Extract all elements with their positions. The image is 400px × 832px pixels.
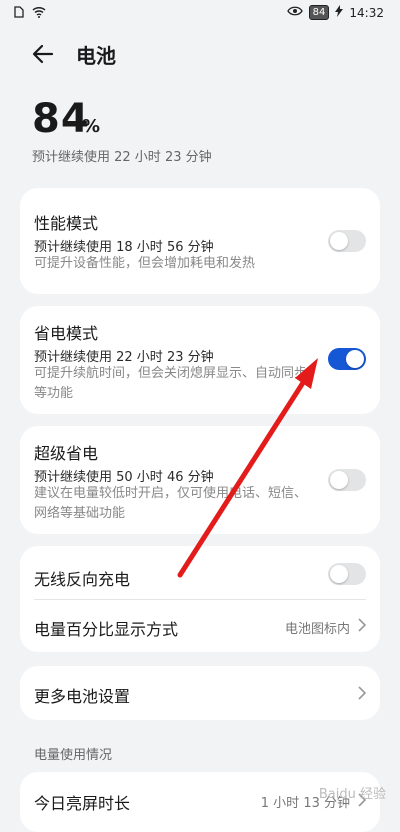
charging-icon [335, 5, 344, 20]
performance-mode-toggle[interactable] [328, 230, 366, 252]
performance-mode-title: 性能模式 [34, 214, 99, 233]
more-battery-settings-row[interactable]: 更多电池设置 [20, 666, 380, 720]
battery-remaining-time: 预计继续使用 22 小时 23 分钟 [32, 150, 212, 165]
clock-time: 14:32 [349, 5, 384, 20]
toggle-knob [330, 232, 348, 250]
header: 电池 [0, 28, 400, 80]
back-arrow-icon [32, 44, 54, 64]
power-saving-mode-toggle[interactable] [328, 348, 366, 370]
back-button[interactable] [30, 42, 58, 66]
wifi-icon [32, 6, 46, 21]
super-power-saving-card[interactable]: 超级省电 预计继续使用 50 小时 46 分钟 建议在电量较低时开启，仅可使用电… [20, 426, 380, 534]
wireless-reverse-charging-label: 无线反向充电 [34, 570, 131, 589]
more-battery-settings-label: 更多电池设置 [34, 687, 131, 706]
chevron-right-icon [358, 686, 367, 700]
wireless-reverse-charging-row[interactable]: 无线反向充电 [20, 546, 380, 599]
power-saving-mode-card[interactable]: 省电模式 预计继续使用 22 小时 23 分钟 可提升续航时间，但会关闭熄屏显示… [20, 306, 380, 414]
toggle-knob [346, 350, 364, 368]
toggle-knob [330, 565, 348, 583]
wireless-reverse-charging-toggle[interactable] [328, 563, 366, 585]
eye-comfort-icon [286, 5, 303, 20]
percentage-display-value: 电池图标内 [284, 622, 350, 637]
sim-icon [14, 6, 24, 21]
battery-percent-sign: % [82, 116, 101, 137]
percentage-display-row[interactable]: 电量百分比显示方式 电池图标内 [20, 600, 380, 652]
super-power-saving-toggle[interactable] [328, 469, 366, 491]
screen-time-label: 今日亮屏时长 [34, 794, 131, 813]
super-power-saving-title: 超级省电 [34, 444, 99, 463]
power-saving-mode-title: 省电模式 [34, 324, 99, 343]
status-bar: 84 14:32 [0, 0, 400, 28]
screen-time-row[interactable]: 今日亮屏时长 1 小时 13 分钟 [20, 772, 380, 832]
performance-mode-card[interactable]: 性能模式 预计继续使用 18 小时 56 分钟 可提升设备性能，但会增加耗电和发… [20, 188, 380, 294]
super-power-saving-estimate: 预计继续使用 50 小时 46 分钟 [34, 470, 214, 485]
toggle-knob [330, 471, 348, 489]
usage-section-title: 电量使用情况 [34, 748, 113, 763]
chevron-right-icon [358, 618, 367, 632]
performance-mode-desc: 可提升设备性能，但会增加耗电和发热 [34, 256, 256, 271]
power-saving-mode-estimate: 预计继续使用 22 小时 23 分钟 [34, 350, 214, 365]
battery-level-badge: 84 [308, 5, 330, 20]
percentage-display-label: 电量百分比显示方式 [34, 620, 179, 639]
watermark: Baidu 经验 [318, 787, 386, 802]
battery-settings-card: 无线反向充电 电量百分比显示方式 电池图标内 [20, 546, 380, 652]
performance-mode-estimate: 预计继续使用 18 小时 56 分钟 [34, 240, 214, 255]
super-power-saving-desc: 建议在电量较低时开启，仅可使用电话、短信、网络等基础功能 [34, 486, 308, 521]
page-title: 电池 [76, 44, 116, 68]
power-saving-mode-desc: 可提升续航时间，但会关闭熄屏显示、自动同步等功能 [34, 366, 308, 401]
